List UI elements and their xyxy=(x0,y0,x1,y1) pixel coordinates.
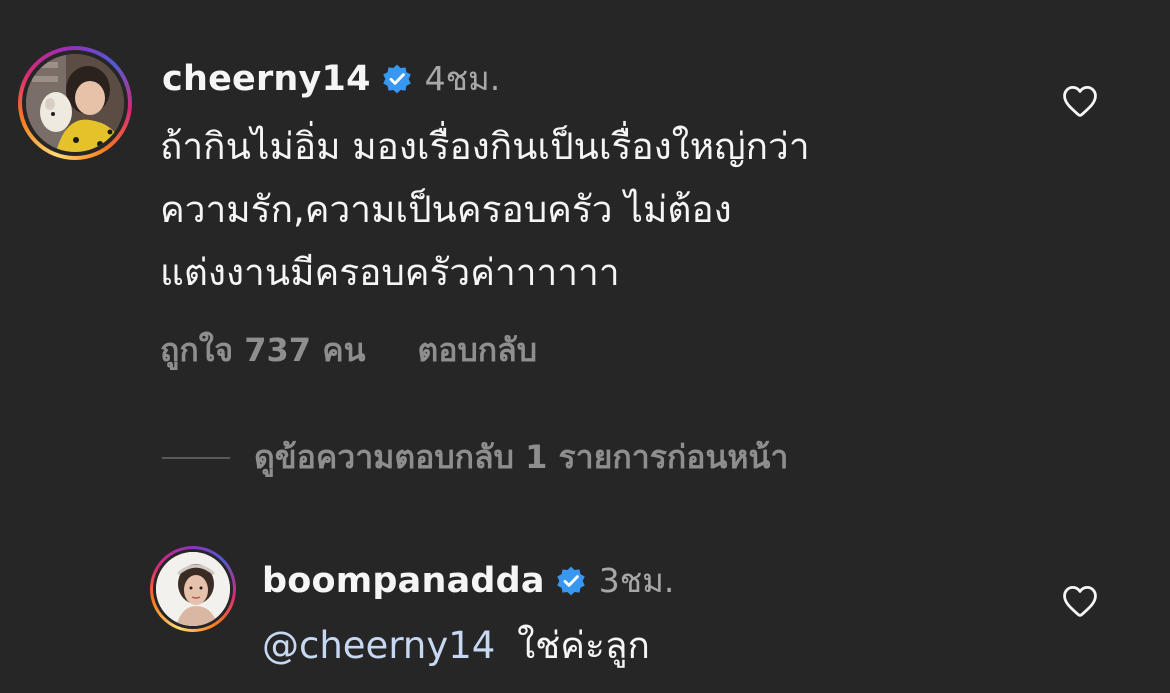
comment-header: cheerny14 4ชม. xyxy=(162,52,500,105)
reply-username[interactable]: boompanadda xyxy=(262,561,545,601)
comment-text-line: ความรัก,ความเป็นครอบครัว ไม่ต้อง xyxy=(160,188,732,231)
divider-line xyxy=(162,456,230,459)
avatar-photo xyxy=(26,54,124,152)
verified-badge-icon xyxy=(556,566,585,595)
comment-text-line: แต่งงานมีครอบครัวค่าาาาาา xyxy=(160,251,620,294)
reply-header: boompanadda 3ชม. xyxy=(262,554,674,607)
avatar-boompanadda[interactable] xyxy=(150,546,236,632)
comment-text: ถ้ากินไม่อิ่ม มองเรื่องกินเป็นเรื่องใหญ่… xyxy=(160,115,810,304)
heart-icon[interactable] xyxy=(1061,584,1099,618)
comment-text-line: ถ้ากินไม่อิ่ม มองเรื่องกินเป็นเรื่องใหญ่… xyxy=(160,125,810,168)
view-previous-replies[interactable]: ดูข้อความตอบกลับ 1 รายการก่อนหน้า xyxy=(162,432,788,483)
verified-badge-icon xyxy=(382,64,411,93)
comment-meta: ถูกใจ 737 คน ตอบกลับ xyxy=(160,325,537,376)
reply-text-content: ใช่ค่ะลูก xyxy=(517,624,650,667)
reply-text: @cheerny14 ใช่ค่ะลูก xyxy=(262,614,650,677)
reply-button[interactable]: ตอบกลับ xyxy=(417,325,537,376)
avatar-cheerny14[interactable] xyxy=(18,46,132,160)
view-replies-label: ดูข้อความตอบกลับ 1 รายการก่อนหน้า xyxy=(254,438,789,476)
reply-time: 3ชม. xyxy=(598,561,675,600)
comment-username[interactable]: cheerny14 xyxy=(162,59,371,99)
heart-icon[interactable] xyxy=(1061,84,1099,118)
mention-link[interactable]: @cheerny14 xyxy=(262,624,495,667)
avatar-photo xyxy=(156,552,230,626)
likes-count[interactable]: ถูกใจ 737 คน xyxy=(160,325,365,376)
comment-time: 4ชม. xyxy=(424,59,501,98)
